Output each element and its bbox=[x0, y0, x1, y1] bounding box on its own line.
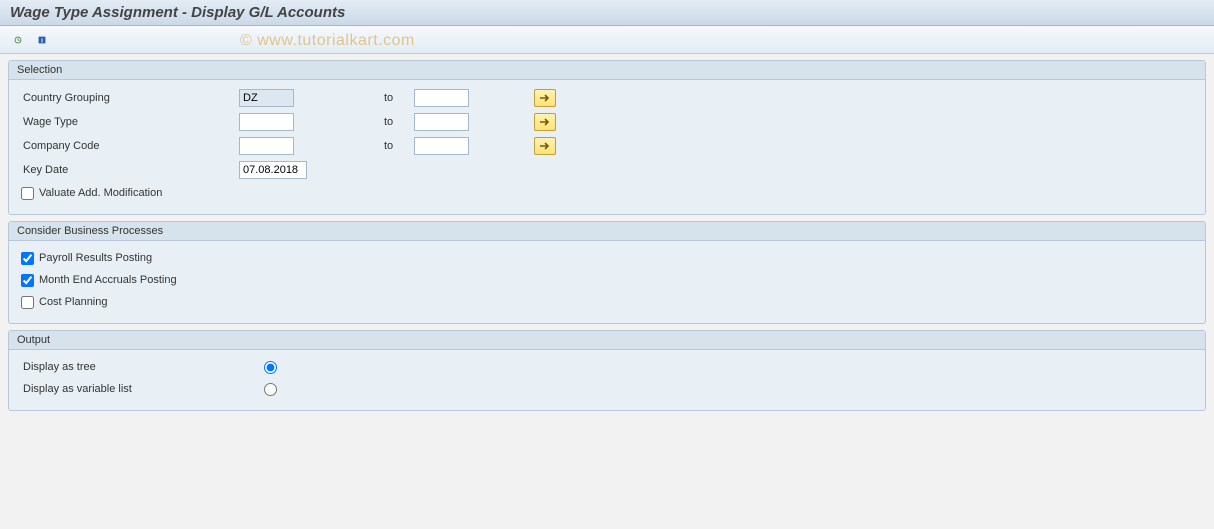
multiple-selection-country-button[interactable] bbox=[534, 89, 556, 107]
row-display-list: Display as variable list bbox=[19, 378, 1195, 400]
toolbar: i bbox=[0, 26, 1214, 54]
label-company-code: Company Code bbox=[19, 140, 239, 152]
input-country-grouping-from[interactable] bbox=[239, 89, 294, 107]
arrow-right-icon bbox=[539, 141, 551, 151]
checkbox-month-end-posting[interactable] bbox=[21, 274, 34, 287]
window-title-bar: Wage Type Assignment - Display G/L Accou… bbox=[0, 0, 1214, 26]
row-country-grouping: Country Grouping to bbox=[19, 86, 1195, 110]
svg-text:i: i bbox=[41, 37, 43, 44]
output-group: Output Display as tree Display as variab… bbox=[8, 330, 1206, 411]
input-company-code-from[interactable] bbox=[239, 137, 294, 155]
arrow-right-icon bbox=[539, 117, 551, 127]
row-valuate: Valuate Add. Modification bbox=[19, 182, 1195, 204]
radio-display-list[interactable] bbox=[264, 383, 277, 396]
input-company-code-to[interactable] bbox=[414, 137, 469, 155]
row-display-tree: Display as tree bbox=[19, 356, 1195, 378]
label-cost-planning: Cost Planning bbox=[39, 296, 108, 308]
label-valuate: Valuate Add. Modification bbox=[39, 187, 162, 199]
label-payroll-posting: Payroll Results Posting bbox=[39, 252, 152, 264]
row-cost-planning: Cost Planning bbox=[19, 291, 1195, 313]
row-key-date: Key Date bbox=[19, 158, 1195, 182]
content-area: Selection Country Grouping to Wage Type … bbox=[0, 54, 1214, 423]
output-group-title: Output bbox=[9, 331, 1205, 350]
selection-group: Selection Country Grouping to Wage Type … bbox=[8, 60, 1206, 215]
to-label-country: to bbox=[384, 92, 414, 104]
row-wage-type: Wage Type to bbox=[19, 110, 1195, 134]
to-label-wage: to bbox=[384, 116, 414, 128]
row-company-code: Company Code to bbox=[19, 134, 1195, 158]
label-display-tree: Display as tree bbox=[19, 361, 264, 373]
label-wage-type: Wage Type bbox=[19, 116, 239, 128]
label-month-end-posting: Month End Accruals Posting bbox=[39, 274, 177, 286]
input-country-grouping-to[interactable] bbox=[414, 89, 469, 107]
input-wage-type-to[interactable] bbox=[414, 113, 469, 131]
execute-button[interactable] bbox=[8, 30, 28, 50]
radio-display-tree[interactable] bbox=[264, 361, 277, 374]
arrow-right-icon bbox=[539, 93, 551, 103]
multiple-selection-wage-button[interactable] bbox=[534, 113, 556, 131]
selection-group-title: Selection bbox=[9, 61, 1205, 80]
checkbox-payroll-posting[interactable] bbox=[21, 252, 34, 265]
input-key-date[interactable] bbox=[239, 161, 307, 179]
processes-group: Consider Business Processes Payroll Resu… bbox=[8, 221, 1206, 324]
label-display-list: Display as variable list bbox=[19, 383, 264, 395]
processes-group-title: Consider Business Processes bbox=[9, 222, 1205, 241]
page-title: Wage Type Assignment - Display G/L Accou… bbox=[10, 4, 345, 21]
checkbox-valuate-add-modification[interactable] bbox=[21, 187, 34, 200]
row-payroll-posting: Payroll Results Posting bbox=[19, 247, 1195, 269]
label-country-grouping: Country Grouping bbox=[19, 92, 239, 104]
info-icon: i bbox=[38, 33, 46, 47]
label-key-date: Key Date bbox=[19, 164, 239, 176]
row-month-end: Month End Accruals Posting bbox=[19, 269, 1195, 291]
multiple-selection-company-button[interactable] bbox=[534, 137, 556, 155]
info-button[interactable]: i bbox=[32, 30, 52, 50]
checkbox-cost-planning[interactable] bbox=[21, 296, 34, 309]
to-label-company: to bbox=[384, 140, 414, 152]
execute-icon bbox=[14, 32, 22, 48]
input-wage-type-from[interactable] bbox=[239, 113, 294, 131]
